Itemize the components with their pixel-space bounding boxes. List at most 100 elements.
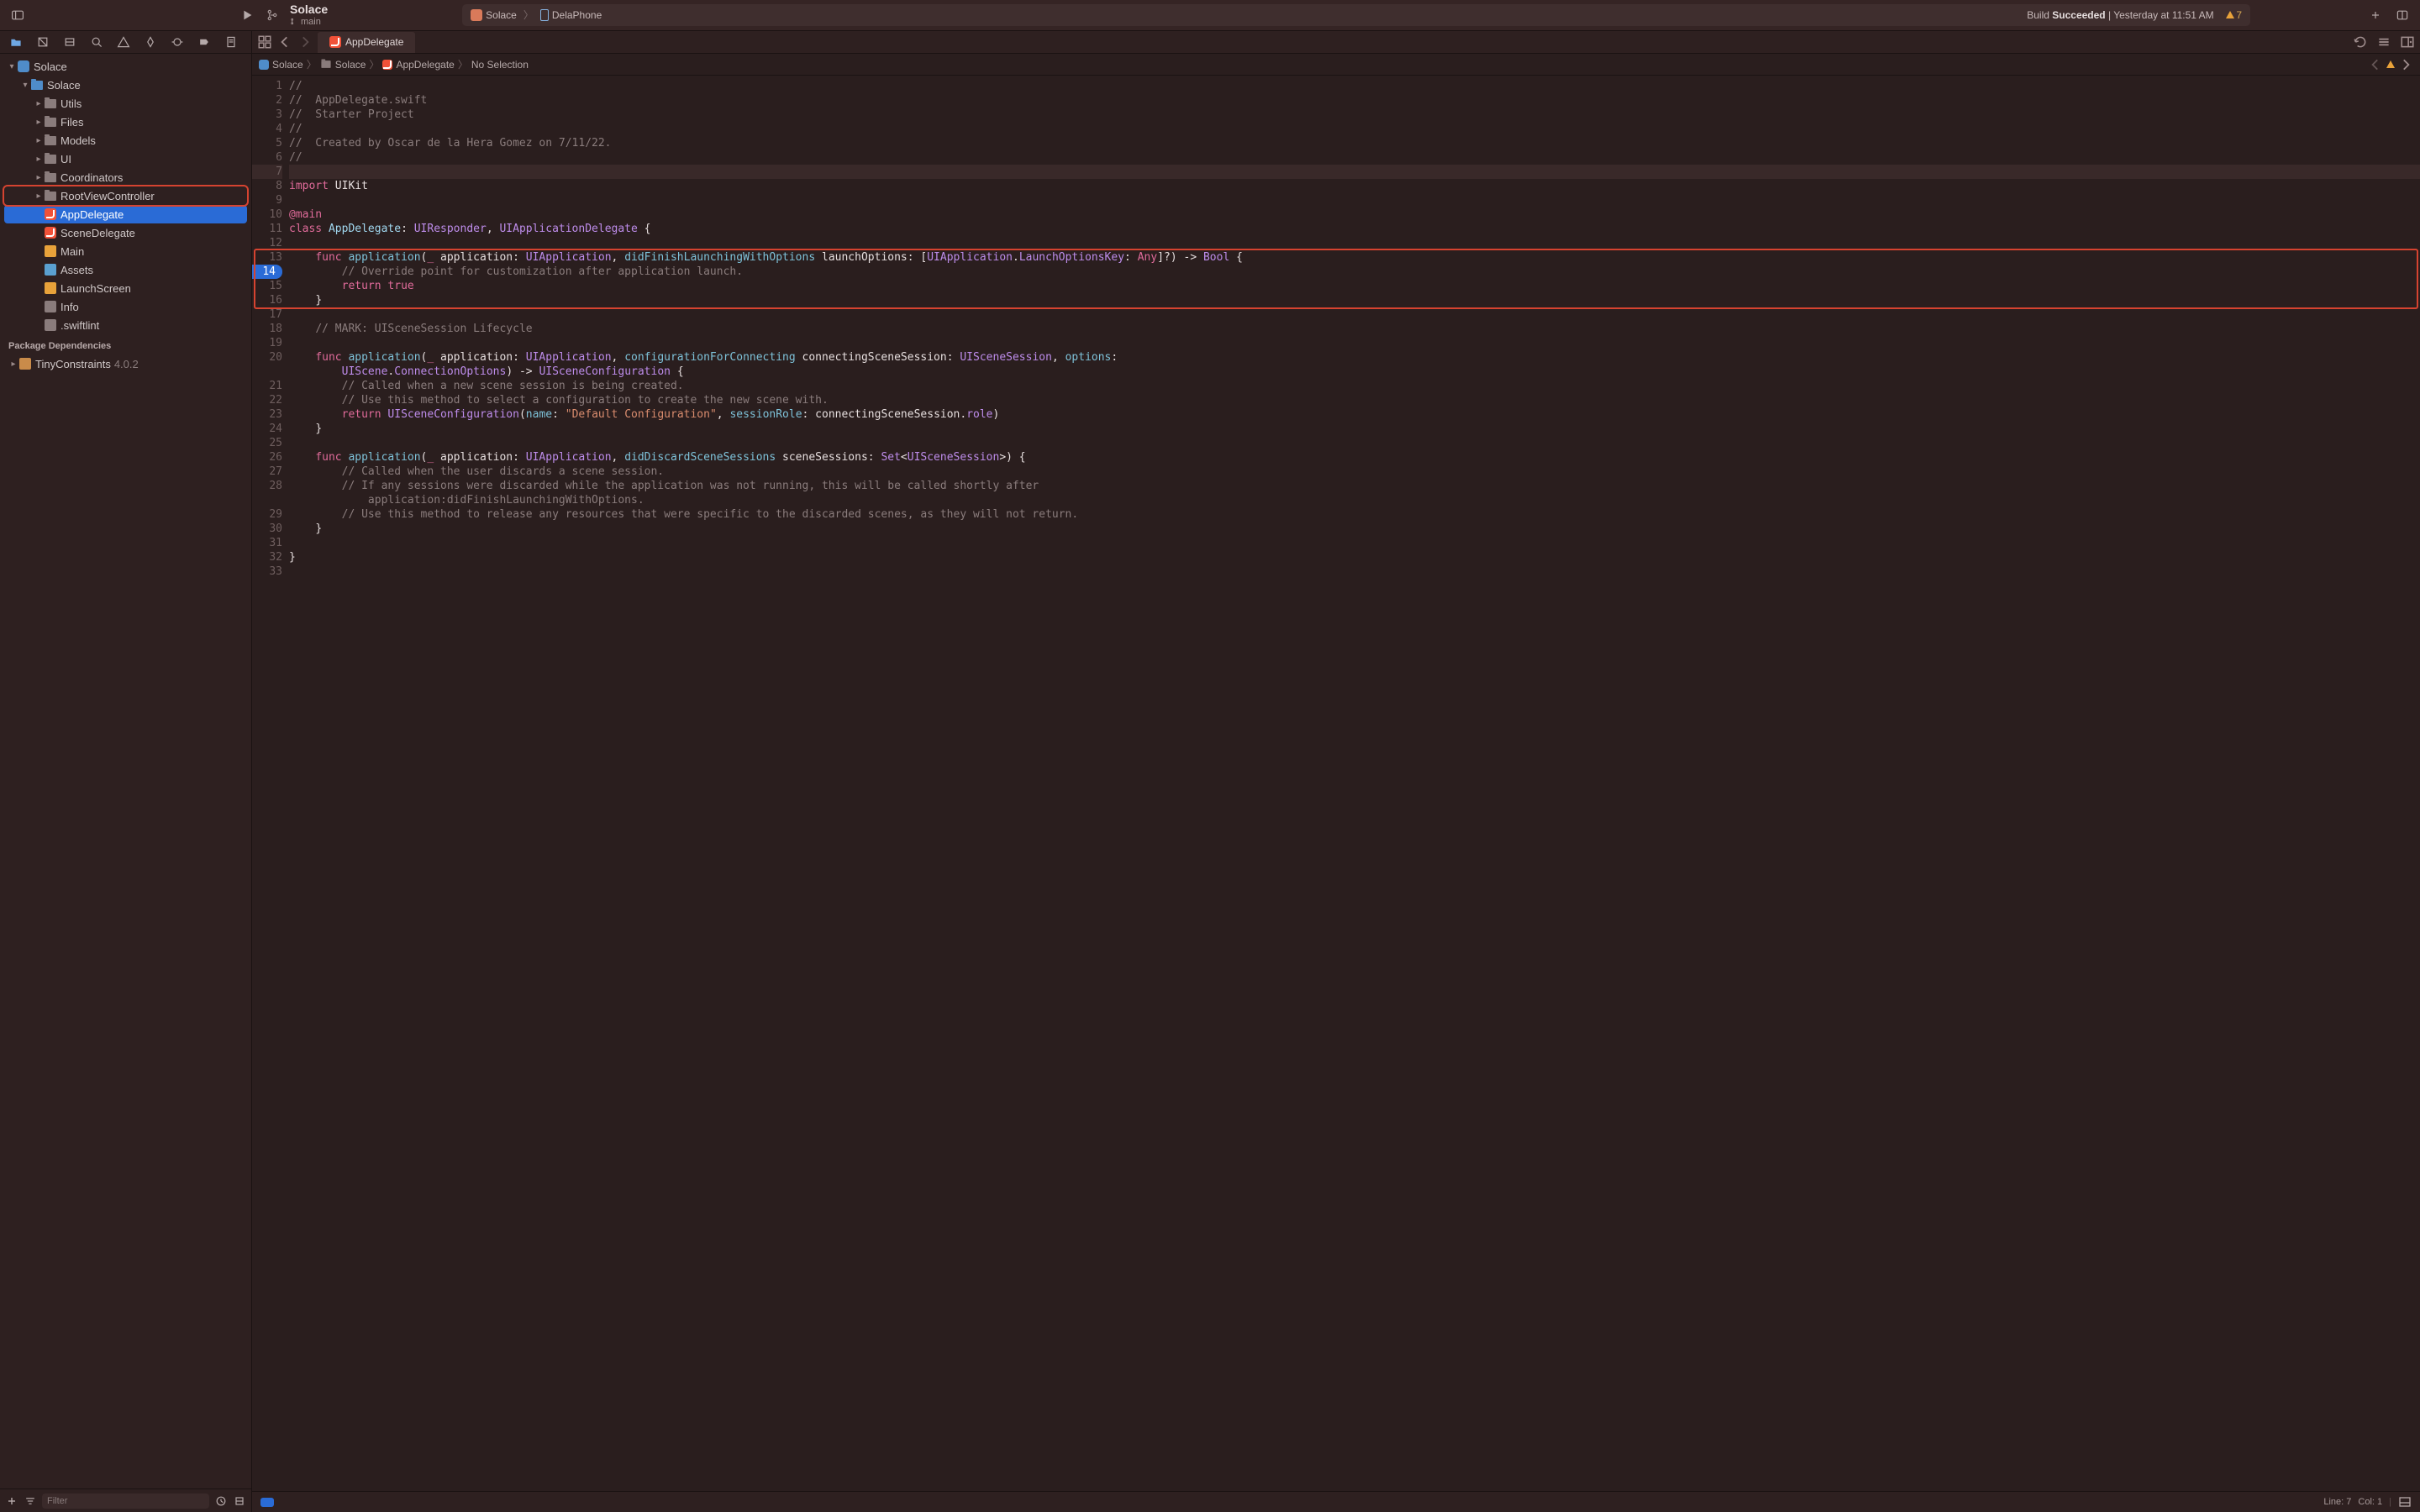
filter-scope-icon[interactable] [24, 1492, 37, 1510]
disclosure-triangle[interactable]: ▸ [34, 192, 44, 201]
branch-icon[interactable] [263, 6, 281, 24]
library-icon[interactable] [2393, 6, 2412, 24]
nav-item--swiftlint[interactable]: .swiftlint [0, 316, 251, 334]
disclosure-triangle[interactable]: ▸ [34, 155, 44, 164]
disclosure-triangle[interactable]: ▾ [20, 81, 30, 90]
next-issue-icon[interactable] [2398, 57, 2413, 72]
nav-item-main[interactable]: Main [0, 242, 251, 260]
add-file-icon[interactable] [5, 1492, 18, 1510]
breakpoint-navigator-icon[interactable] [195, 33, 213, 51]
back-button[interactable] [277, 34, 292, 50]
nav-item-models[interactable]: ▸ Models [0, 131, 251, 150]
folder-icon [45, 192, 56, 201]
line-gutter[interactable]: 1234567891011121314151617181920212223242… [252, 76, 289, 579]
nav-item-utils[interactable]: ▸Utils [0, 94, 251, 113]
nav-item-assets[interactable]: Assets [0, 260, 251, 279]
editor-status-bar: Line: 7 Col: 1 | [252, 1491, 2420, 1512]
project-navigator[interactable]: ▾ Solace ▾Solace▸Utils▸Files▸Models▸UI▸C… [0, 54, 251, 1488]
swift-file-icon [45, 208, 56, 220]
nav-item-label: Solace [34, 60, 67, 73]
related-items-icon[interactable] [257, 34, 272, 50]
toolbar: Solace main Solace 〉 DelaPhone Build Suc… [0, 0, 2420, 31]
jump-bar[interactable]: Solace 〉 Solace 〉 AppDelegate 〉 No Selec… [252, 54, 2420, 76]
dep-version: 4.0.2 [114, 358, 139, 370]
activity-device: DelaPhone [552, 9, 602, 21]
jumpbar-seg[interactable]: Solace [272, 59, 303, 71]
jumpbar-seg[interactable]: AppDelegate [396, 59, 454, 71]
scm-filter-icon[interactable] [233, 1492, 246, 1510]
nav-item-label: Files [60, 116, 83, 129]
add-tab-icon[interactable] [2366, 6, 2385, 24]
issue-navigator-icon[interactable] [114, 33, 133, 51]
breakpoint-indicator-icon[interactable] [260, 1498, 274, 1507]
warning-count[interactable]: 7 [2226, 9, 2242, 21]
cursor-line: Line: 7 [2323, 1497, 2351, 1507]
source-control-navigator-icon[interactable] [34, 33, 52, 51]
project-icon [18, 60, 29, 72]
prev-issue-icon[interactable] [2368, 57, 2383, 72]
recent-files-icon[interactable] [214, 1492, 228, 1510]
cursor-col: Col: 1 [2358, 1497, 2382, 1507]
navigator-filter-input[interactable] [42, 1494, 209, 1509]
add-editor-icon[interactable] [2400, 34, 2415, 50]
assets-icon [45, 264, 56, 276]
find-navigator-icon[interactable] [87, 33, 106, 51]
activity-viewer[interactable]: Solace 〉 DelaPhone Build Succeeded | Yes… [462, 4, 2250, 26]
editor-options-icon[interactable] [2376, 34, 2391, 50]
disclosure-triangle[interactable]: ▸ [34, 118, 44, 127]
folder-icon [31, 81, 43, 90]
nav-item-appdelegate[interactable]: AppDelegate [4, 205, 247, 223]
sidebar-toggle-icon[interactable] [8, 6, 27, 24]
plist-icon [45, 301, 56, 312]
disclosure-triangle[interactable]: ▸ [34, 173, 44, 182]
dep-tinyconstraints[interactable]: ▸TinyConstraints 4.0.2 [0, 354, 251, 373]
nav-item-info[interactable]: Info [0, 297, 251, 316]
nav-project-root[interactable]: ▾ Solace [0, 57, 251, 76]
build-status: Build Succeeded | Yesterday at 11:51 AM [2027, 9, 2213, 21]
nav-item-rootviewcontroller[interactable]: ▸RootViewController [4, 186, 247, 205]
editor-area: AppDelegate Solace 〉 Solace 〉 AppDelegat… [252, 31, 2420, 1512]
folder-icon [45, 118, 56, 127]
nav-item-solace[interactable]: ▾Solace [0, 76, 251, 94]
nav-item-files[interactable]: ▸ Files [0, 113, 251, 131]
reload-icon[interactable] [2353, 34, 2368, 50]
storyboard-icon [45, 282, 56, 294]
jumpbar-seg[interactable]: Solace [335, 59, 366, 71]
tab-title: AppDelegate [345, 36, 403, 48]
test-navigator-icon[interactable] [141, 33, 160, 51]
nav-item-coordinators[interactable]: ▸ Coordinators [0, 168, 251, 186]
swift-file-icon [382, 60, 392, 70]
disclosure-triangle[interactable]: ▸ [34, 136, 44, 145]
folder-icon [321, 60, 330, 68]
nav-item-label: .swiftlint [60, 319, 99, 332]
forward-button[interactable] [297, 34, 313, 50]
source-editor[interactable]: 1234567891011121314151617181920212223242… [252, 76, 2420, 1491]
symbol-navigator-icon[interactable] [60, 33, 79, 51]
nav-item-label: Coordinators [60, 171, 123, 184]
nav-item-label: UI [60, 153, 71, 165]
nav-item-label: LaunchScreen [60, 282, 131, 295]
editor-tab[interactable]: AppDelegate [318, 32, 415, 53]
nav-item-ui[interactable]: ▸ UI [0, 150, 251, 168]
app-icon [471, 9, 482, 21]
folder-icon [45, 155, 56, 164]
scheme-branch: main [290, 17, 328, 27]
debug-navigator-icon[interactable] [168, 33, 187, 51]
project-navigator-icon[interactable] [7, 33, 25, 51]
jumpbar-seg[interactable]: No Selection [471, 59, 529, 71]
nav-item-scenedelegate[interactable]: SceneDelegate [0, 223, 251, 242]
editor-tab-bar: AppDelegate [252, 31, 2420, 54]
folder-icon [45, 99, 56, 108]
plist-icon [45, 319, 56, 331]
navigator-sidebar: ▾ Solace ▾Solace▸Utils▸Files▸Models▸UI▸C… [0, 31, 252, 1512]
run-button[interactable] [238, 6, 256, 24]
issue-indicator-icon[interactable] [2386, 60, 2395, 68]
report-navigator-icon[interactable] [222, 33, 240, 51]
storyboard-icon [45, 245, 56, 257]
nav-item-launchscreen[interactable]: LaunchScreen [0, 279, 251, 297]
nav-item-label: Models [60, 134, 96, 147]
package-icon [19, 358, 31, 370]
disclosure-triangle[interactable]: ▸ [34, 99, 44, 108]
scheme-selector[interactable]: Solace main [290, 3, 328, 26]
debug-area-toggle-icon[interactable] [2398, 1493, 2412, 1511]
